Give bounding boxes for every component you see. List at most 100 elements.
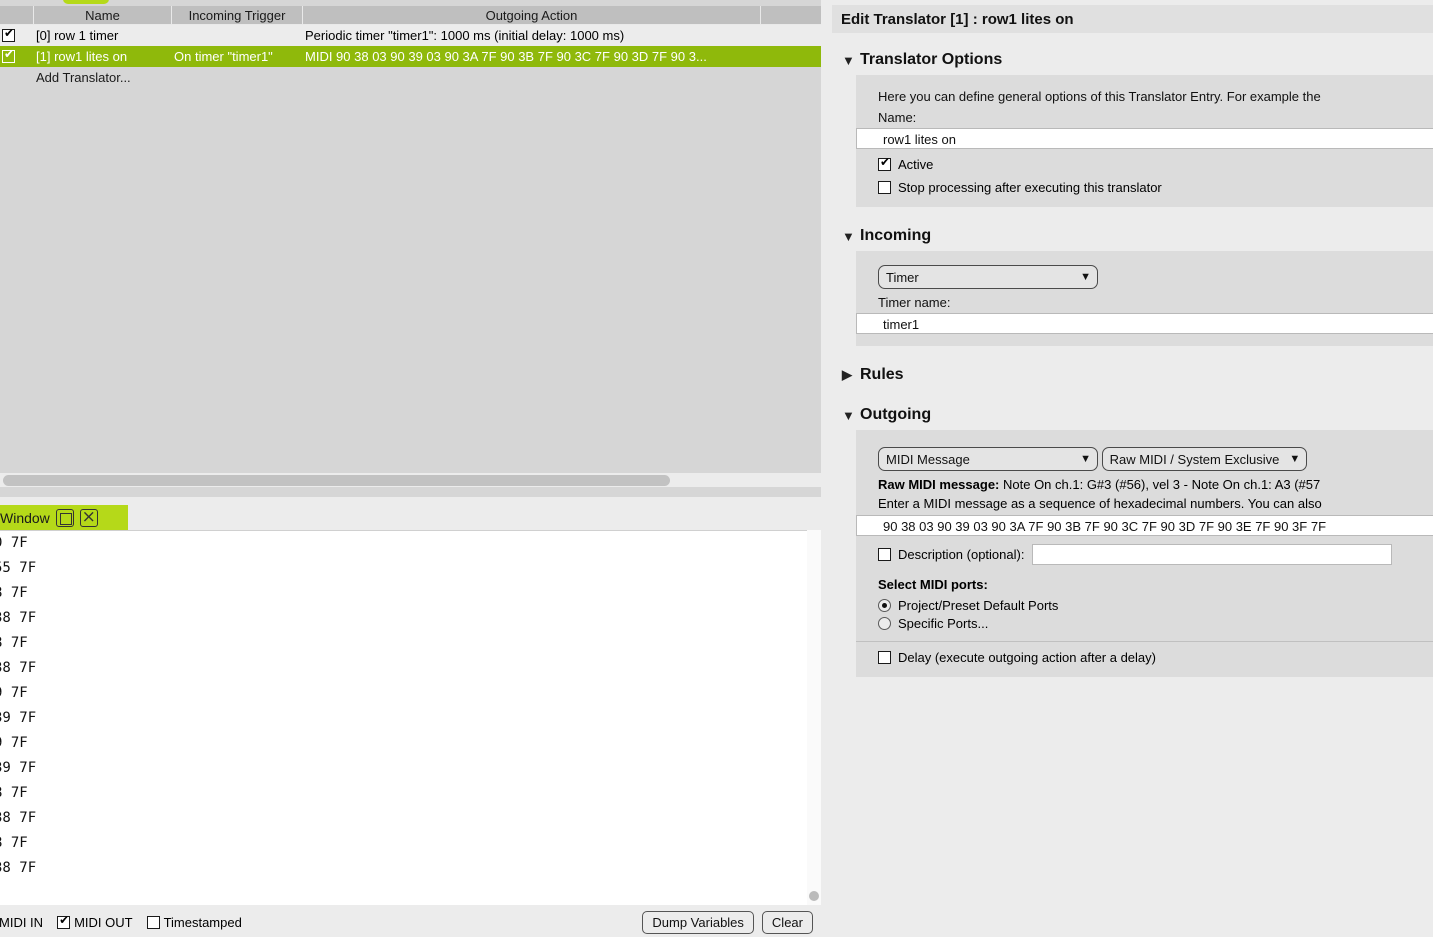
- dump-variables-button[interactable]: Dump Variables: [642, 910, 754, 934]
- raw-midi-hint: Enter a MIDI message as a sequence of he…: [878, 496, 1322, 511]
- midi-out-toggle[interactable]: MIDI OUT: [57, 914, 133, 930]
- log-window-titlebar: Window: [0, 505, 128, 530]
- select-midi-ports-label: Select MIDI ports:: [878, 577, 988, 592]
- chevron-down-icon: ▼: [1080, 271, 1091, 283]
- midi-out-label: MIDI OUT: [74, 914, 133, 930]
- name-input[interactable]: row1 lites on: [856, 128, 1433, 149]
- column-header-enabled[interactable]: [0, 6, 34, 25]
- row-enabled-checkbox[interactable]: [2, 48, 15, 63]
- close-icon[interactable]: [79, 507, 98, 527]
- port-default-radio-row[interactable]: Project/Preset Default Ports: [878, 598, 1423, 613]
- raw-midi-input[interactable]: 90 38 03 90 39 03 90 3A 7F 90 3B 7F 90 3…: [856, 515, 1433, 536]
- section-outgoing[interactable]: Outgoing: [832, 400, 1433, 430]
- row-enabled-cell[interactable]: [0, 25, 34, 46]
- midi-in-toggle[interactable]: MIDI IN: [0, 915, 43, 930]
- log-line: 38 7F: [0, 810, 37, 826]
- row-name-cell: [1] row1 lites on: [36, 49, 128, 64]
- log-output-area[interactable]: 0 7F 55 7F 8 7F 38 7F 8 7F 38 7F 9 7F 39…: [0, 530, 821, 905]
- active-checkbox[interactable]: [878, 156, 891, 171]
- log-line: 9 7F: [0, 685, 28, 701]
- active-label: Active: [898, 157, 934, 172]
- log-line: 8 7F: [0, 635, 28, 651]
- column-header-name[interactable]: Name: [34, 6, 172, 25]
- clear-button[interactable]: Clear: [761, 910, 813, 934]
- outgoing-type-value: MIDI Message: [886, 451, 970, 467]
- delay-checkbox[interactable]: [878, 651, 891, 664]
- description-input[interactable]: [1032, 544, 1393, 565]
- log-line: 8 7F: [0, 835, 28, 851]
- name-field-label: Name:: [878, 110, 917, 125]
- translator-editor-pane: Edit Translator [1] : row1 lites on Tran…: [832, 0, 1433, 937]
- stop-processing-checkbox[interactable]: [878, 181, 891, 194]
- log-line: 39 7F: [0, 710, 37, 726]
- section-translator-options[interactable]: Translator Options: [832, 45, 1433, 75]
- delay-toggle[interactable]: Delay (execute outgoing action after a d…: [878, 650, 1423, 665]
- log-toolbar: MIDI IN MIDI OUT Timestamped Dump Variab…: [0, 907, 821, 937]
- midi-in-label: MIDI IN: [0, 914, 44, 930]
- row-outgoing-cell: MIDI 90 38 03 90 39 03 90 3A 7F 90 3B 7F…: [305, 49, 707, 64]
- incoming-body: Timer ▼ Timer name: timer1: [856, 251, 1433, 346]
- log-line: 8 7F: [0, 785, 28, 801]
- vscrollbar-thumb[interactable]: [809, 891, 819, 901]
- log-vertical-scrollbar[interactable]: [807, 530, 821, 905]
- translator-table-body: [0] row 1 timer Periodic timer "timer1":…: [0, 25, 821, 88]
- log-line: 9 7F: [0, 735, 28, 751]
- description-checkbox[interactable]: [878, 548, 891, 561]
- outgoing-subtype-dropdown[interactable]: Raw MIDI / System Exclusive ▼: [1101, 447, 1308, 471]
- row-outgoing-cell: Periodic timer "timer1": 1000 ms (initia…: [305, 28, 625, 43]
- translator-table-hscrollbar[interactable]: [0, 473, 821, 487]
- log-window-title: Window: [0, 509, 50, 526]
- port-default-label: Project/Preset Default Ports: [898, 598, 1059, 613]
- add-translator-row[interactable]: Add Translator...: [0, 67, 821, 88]
- row-extra-cell: [761, 25, 821, 46]
- chevron-down-icon[interactable]: [842, 53, 860, 68]
- log-line: 55 7F: [0, 560, 37, 576]
- hscrollbar-thumb[interactable]: [3, 475, 670, 486]
- page-title: Edit Translator [1] : row1 lites on: [832, 5, 1433, 33]
- port-specific-label: Specific Ports...: [898, 616, 989, 631]
- column-header-outgoing-action[interactable]: Outgoing Action: [303, 6, 761, 25]
- chevron-down-icon[interactable]: [842, 229, 860, 244]
- chevron-down-icon[interactable]: [842, 408, 860, 423]
- port-specific-radio[interactable]: [878, 617, 891, 630]
- section-rules[interactable]: Rules: [832, 360, 1433, 390]
- timestamped-toggle[interactable]: Timestamped: [146, 914, 242, 930]
- chevron-down-icon: ▼: [1289, 453, 1301, 465]
- translator-list-pane: Name Incoming Trigger Outgoing Action [0…: [0, 0, 821, 497]
- section-incoming[interactable]: Incoming: [832, 221, 1433, 251]
- column-header-incoming-trigger[interactable]: Incoming Trigger: [172, 6, 303, 25]
- log-line: 38 7F: [0, 660, 37, 676]
- row-name-cell: [0] row 1 timer: [36, 28, 119, 43]
- translator-options-body: Here you can define general options of t…: [856, 75, 1433, 207]
- port-default-radio[interactable]: [878, 599, 891, 612]
- description-label: Description (optional):: [898, 547, 1025, 562]
- table-row[interactable]: [1] row1 lites on On timer "timer1" MIDI…: [0, 46, 821, 67]
- outgoing-type-dropdown[interactable]: MIDI Message ▼: [878, 447, 1098, 471]
- log-window-pane: Window 0 7F 55 7F 8 7F 38 7F 8 7F 38 7F …: [0, 502, 821, 937]
- row-enabled-checkbox[interactable]: [2, 27, 15, 42]
- raw-midi-label: Raw MIDI message:: [878, 477, 1000, 492]
- active-toggle[interactable]: Active: [878, 156, 1423, 172]
- stop-processing-toggle[interactable]: Stop processing after executing this tra…: [878, 180, 1423, 195]
- timestamped-checkbox[interactable]: [146, 915, 160, 929]
- timer-name-label: Timer name:: [878, 295, 951, 310]
- translator-table-header: Name Incoming Trigger Outgoing Action: [0, 6, 821, 25]
- log-line: 38 7F: [0, 860, 37, 876]
- timestamped-label: Timestamped: [163, 914, 242, 930]
- tab-stub[interactable]: [63, 0, 109, 4]
- port-specific-radio-row[interactable]: Specific Ports...: [878, 616, 1423, 631]
- maximize-icon[interactable]: [55, 508, 74, 527]
- column-header-extra[interactable]: [761, 6, 821, 25]
- timer-name-input[interactable]: timer1: [856, 313, 1433, 334]
- midi-out-checkbox[interactable]: [57, 914, 71, 929]
- row-enabled-cell[interactable]: [0, 46, 34, 67]
- log-line: 8 7F: [0, 585, 28, 601]
- section-title-outgoing: Outgoing: [860, 406, 932, 423]
- chevron-right-icon[interactable]: [842, 367, 860, 383]
- description-row[interactable]: Description (optional):: [878, 544, 1423, 565]
- row-extra-cell: [761, 46, 821, 67]
- table-row[interactable]: [0] row 1 timer Periodic timer "timer1":…: [0, 25, 821, 46]
- divider: [856, 641, 1433, 642]
- chevron-down-icon: ▼: [1080, 453, 1091, 465]
- incoming-type-dropdown[interactable]: Timer ▼: [878, 265, 1098, 289]
